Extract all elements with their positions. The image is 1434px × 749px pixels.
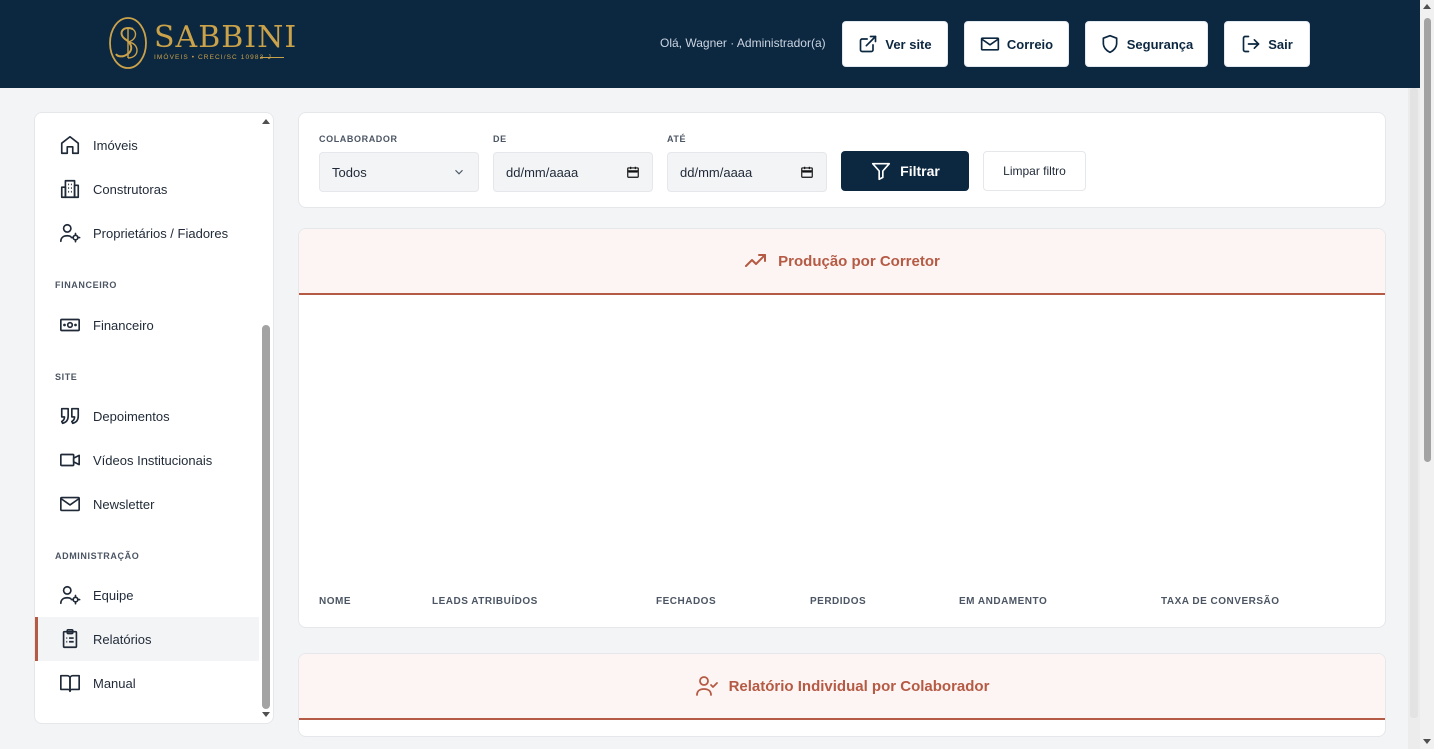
sidebar-item-depoimentos[interactable]: Depoimentos (35, 394, 259, 438)
external-link-icon (860, 35, 877, 53)
production-title: Produção por Corretor (778, 252, 940, 270)
sidebar-scroll-up-icon[interactable] (262, 119, 270, 124)
sidebar-item-construtoras[interactable]: Construtoras (35, 167, 259, 211)
sidebar-item-label: Newsletter (93, 496, 155, 512)
sidebar-item-label: Vídeos Institucionais (93, 452, 213, 468)
section-label-site: SITE (55, 372, 78, 382)
calendar-icon[interactable] (800, 165, 814, 179)
filter-button[interactable]: Filtrar (841, 151, 969, 191)
section-label-financeiro: FINANCEIRO (55, 280, 117, 290)
calendar-icon[interactable] (626, 165, 640, 179)
top-header: SABBINI IMÓVEIS • CRECI/SC 10983-J Olá, … (0, 0, 1420, 88)
security-button[interactable]: Segurança (1085, 21, 1208, 67)
user-greeting: Olá, Wagner · Administrador(a) (660, 36, 826, 50)
home-icon (60, 135, 80, 155)
filter-button-label: Filtrar (900, 163, 940, 179)
page-scroll-thumb[interactable] (1424, 18, 1431, 462)
mail-button[interactable]: Correio (964, 21, 1069, 67)
user-check-icon (695, 676, 718, 696)
brand-divider (260, 57, 284, 58)
sidebar-item-relatorios[interactable]: Relatórios (35, 617, 259, 661)
security-label: Segurança (1126, 36, 1194, 52)
trending-up-icon (745, 254, 767, 267)
user-gear-icon (60, 223, 81, 243)
mail-label: Correio (1006, 36, 1054, 52)
section-label-administracao: ADMINISTRAÇÃO (55, 551, 140, 561)
logo[interactable]: SABBINI IMÓVEIS • CRECI/SC 10983-J (108, 16, 296, 72)
column-header-perdidos[interactable]: PERDIDOS (810, 596, 866, 607)
logo-mark-icon (109, 17, 147, 69)
view-site-button[interactable]: Ver site (842, 21, 948, 67)
sidebar-item-label: Financeiro (93, 317, 154, 333)
sidebar-scroll-down-icon[interactable] (262, 712, 270, 717)
view-site-label: Ver site (885, 36, 932, 52)
sidebar-item-imoveis[interactable]: Imóveis (35, 123, 259, 167)
chevron-down-icon (455, 169, 463, 175)
clipboard-icon (62, 629, 78, 649)
quote-icon (60, 407, 80, 425)
shield-icon (1102, 34, 1118, 54)
content-gutter (1408, 88, 1420, 749)
page-scroll-down-icon[interactable] (1423, 739, 1431, 744)
page-scrollbar[interactable] (1420, 0, 1434, 749)
column-header-nome[interactable]: NOME (319, 596, 351, 607)
production-card-header: Produção por Corretor (299, 229, 1385, 295)
logout-label: Sair (1268, 36, 1293, 52)
from-date-label: DE (493, 134, 507, 144)
gutter-thumb (1410, 88, 1418, 718)
sidebar-item-manual[interactable]: Manual (35, 661, 259, 705)
building-icon (60, 179, 80, 199)
sidebar-item-label: Proprietários / Fiadores (93, 225, 229, 241)
production-card: Produção por Corretor NOME LEADS ATRIBUÍ… (298, 228, 1386, 628)
brand-name: SABBINI (154, 20, 298, 55)
sidebar-scrollbar[interactable] (260, 115, 272, 721)
sidebar-item-label: Manual (93, 675, 136, 691)
sidebar-item-label: Equipe (93, 587, 134, 603)
individual-report-title: Relatório Individual por Colaborador (728, 677, 990, 695)
collaborator-select[interactable]: Todos (319, 152, 479, 192)
logout-button[interactable]: Sair (1224, 21, 1310, 67)
logout-icon (1242, 35, 1260, 53)
cash-icon (60, 318, 80, 332)
mail-icon (980, 37, 1000, 51)
page-scroll-up-icon[interactable] (1423, 4, 1431, 9)
from-date-placeholder: dd/mm/aaaa (506, 164, 579, 180)
sidebar-item-equipe[interactable]: Equipe (35, 573, 259, 617)
collaborator-value: Todos (332, 164, 367, 180)
to-date-input[interactable]: dd/mm/aaaa (667, 152, 827, 192)
video-icon (60, 453, 80, 467)
sidebar-item-financeiro[interactable]: Financeiro (35, 303, 259, 347)
collaborator-label: COLABORADOR (319, 134, 398, 144)
sidebar-item-label: Relatórios (93, 631, 152, 647)
from-date-input[interactable]: dd/mm/aaaa (493, 152, 653, 192)
user-gear-icon (60, 585, 81, 605)
sidebar-item-videos[interactable]: Vídeos Institucionais (35, 438, 259, 482)
brand-subtitle: IMÓVEIS • CRECI/SC 10983-J (154, 54, 272, 61)
mail-icon (60, 496, 80, 512)
individual-report-header: Relatório Individual por Colaborador (299, 654, 1385, 720)
sidebar-item-newsletter[interactable]: Newsletter (35, 482, 259, 526)
sidebar-item-label: Depoimentos (93, 408, 170, 424)
individual-report-card: Relatório Individual por Colaborador (298, 653, 1386, 737)
book-icon (60, 674, 80, 693)
sidebar-item-label: Imóveis (93, 137, 138, 153)
clear-filter-button[interactable]: Limpar filtro (983, 151, 1086, 191)
column-header-fechados[interactable]: FECHADOS (656, 596, 716, 607)
to-date-label: ATÉ (667, 134, 687, 144)
to-date-placeholder: dd/mm/aaaa (680, 164, 753, 180)
column-header-andamento[interactable]: EM ANDAMENTO (959, 596, 1047, 607)
sidebar: Imóveis Construtoras Proprietários / Fia… (34, 112, 274, 724)
column-header-leads[interactable]: LEADS ATRIBUÍDOS (432, 596, 538, 607)
clear-filter-label: Limpar filtro (1003, 164, 1066, 178)
sidebar-item-proprietarios[interactable]: Proprietários / Fiadores (35, 211, 259, 255)
sidebar-item-label: Construtoras (93, 181, 168, 197)
filter-icon (872, 162, 891, 181)
column-header-taxa[interactable]: TAXA DE CONVERSÃO (1161, 596, 1280, 607)
sidebar-scroll-thumb[interactable] (262, 325, 270, 709)
filter-card: COLABORADOR Todos DE dd/mm/aaaa ATÉ dd/m… (298, 112, 1386, 208)
